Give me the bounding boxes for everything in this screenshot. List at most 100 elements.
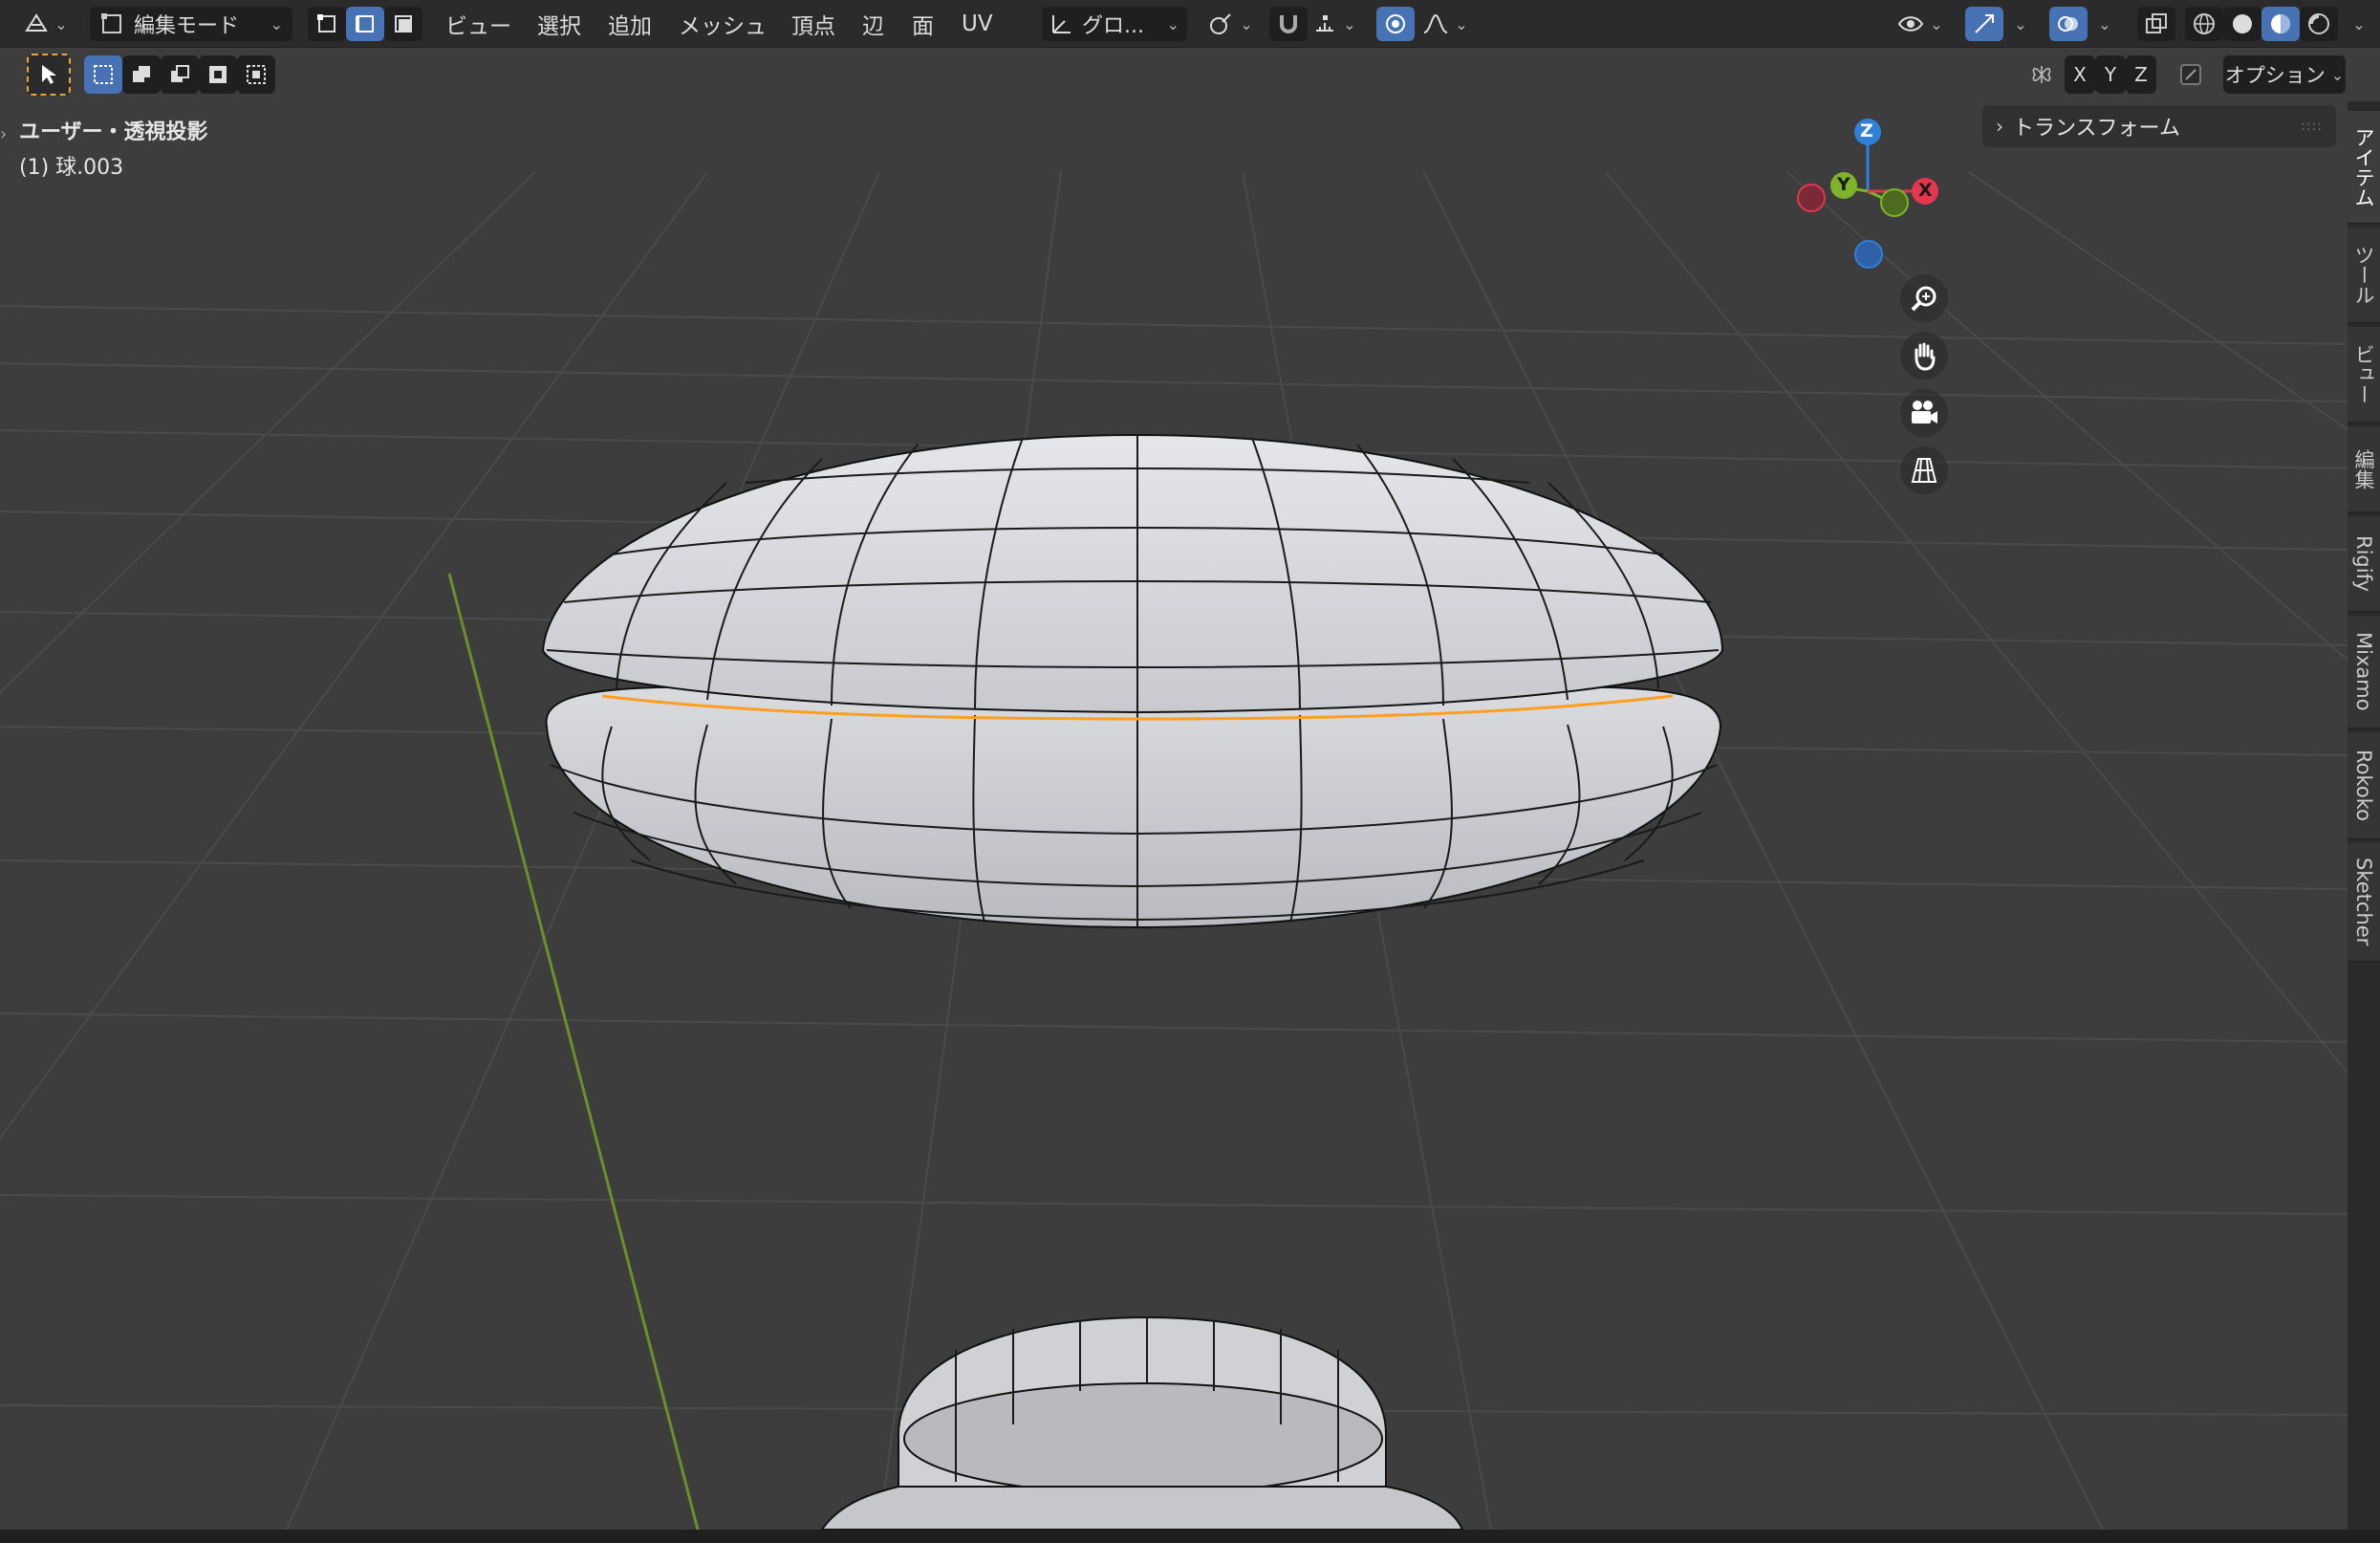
auto-merge-button[interactable] <box>2172 55 2210 94</box>
select-intersect-button[interactable] <box>237 55 275 94</box>
status-bar <box>0 1530 2380 1543</box>
select-new-button[interactable] <box>84 55 122 94</box>
view-label: ユーザー・透視投影 <box>19 120 208 144</box>
face-select-icon <box>395 15 412 33</box>
camera-view-button[interactable] <box>1900 389 1948 437</box>
menu-vertex[interactable]: 頂点 <box>791 8 835 40</box>
tab-edit[interactable]: 編集 <box>2348 426 2380 512</box>
edit-mode-icon <box>101 13 121 33</box>
bottom-object-mesh[interactable] <box>820 1315 1464 1530</box>
snap-target-button[interactable]: ⌄ <box>1308 7 1361 41</box>
gizmo-z-neg[interactable] <box>1854 240 1883 269</box>
tab-rokoko[interactable]: Rokoko <box>2348 732 2380 839</box>
tool-row: X Y Z オプション ⌄ <box>0 54 2348 96</box>
gizmo-x-neg[interactable] <box>1797 184 1826 212</box>
shading-rendered-button[interactable] <box>2300 7 2338 41</box>
mirror-icon-button[interactable] <box>2023 55 2061 94</box>
vertex-select-button[interactable] <box>308 7 346 41</box>
hand-icon <box>1915 342 1936 371</box>
edge-select-button[interactable] <box>346 7 384 41</box>
macaron-top-mesh[interactable] <box>541 433 1724 714</box>
options-dropdown[interactable]: オプション ⌄ <box>2223 55 2346 94</box>
menu-select[interactable]: 選択 <box>537 8 581 40</box>
mirror-z-toggle[interactable]: Z <box>2126 55 2156 94</box>
auto-merge-icon <box>2180 64 2201 85</box>
face-select-button[interactable] <box>384 7 422 41</box>
transform-panel-header[interactable]: › トランスフォーム :::: <box>1982 105 2336 147</box>
gizmo-y-label: Y <box>1837 174 1850 195</box>
tab-sketcher[interactable]: Sketcher <box>2348 843 2380 962</box>
shading-wireframe-button[interactable] <box>2185 7 2223 41</box>
editor-type-button[interactable]: ⌄ <box>17 7 75 41</box>
gizmo-toggle[interactable] <box>1965 7 2003 41</box>
transform-panel-title: トランスフォーム <box>2013 117 2180 141</box>
object-label: (1) 球.003 <box>19 156 124 180</box>
gizmo-x-label: X <box>1918 180 1933 201</box>
tab-mixamo-label: Mixamo <box>2352 632 2375 711</box>
shading-solid-button[interactable] <box>2223 7 2261 41</box>
menu-add[interactable]: 追加 <box>608 8 652 40</box>
tab-mixamo[interactable]: Mixamo <box>2348 616 2380 728</box>
proportional-editing-toggle[interactable] <box>1376 7 1415 41</box>
options-label: オプション <box>2224 64 2326 87</box>
tab-sketcher-label: Sketcher <box>2352 858 2375 946</box>
3d-viewport[interactable]: Z Y X ユーザー・透視投影 (1) 球.003 › <box>0 48 2348 1530</box>
ortho-toggle-button[interactable] <box>1900 446 1948 494</box>
falloff-button[interactable]: ⌄ <box>1417 7 1474 41</box>
menu-face[interactable]: 面 <box>912 8 934 40</box>
vertex-select-icon <box>317 14 335 33</box>
tab-rokoko-label: Rokoko <box>2352 749 2375 822</box>
snap-increment-icon <box>1316 15 1334 32</box>
tab-rigify-label: Rigify <box>2352 534 2375 593</box>
mirror-x-toggle[interactable]: X <box>2065 55 2095 94</box>
sidebar-expand-arrow[interactable]: › <box>0 124 7 144</box>
chevron-down-icon: ⌄ <box>1455 14 1468 33</box>
chevron-down-icon: ⌄ <box>2098 14 2111 33</box>
pivot-point-button[interactable]: ⌄ <box>1202 7 1258 41</box>
gizmo-dropdown[interactable]: ⌄ <box>2003 7 2032 41</box>
menu-edge[interactable]: 辺 <box>862 8 884 40</box>
visibility-button[interactable]: ⌄ <box>1893 7 1948 41</box>
grid-perspective-icon <box>1911 458 1937 483</box>
magnet-icon <box>1280 15 1297 33</box>
gizmo-z-label: Z <box>1860 120 1873 141</box>
select-extend-icon <box>133 66 150 82</box>
chevron-down-icon: ⌄ <box>2352 14 2366 33</box>
shading-material-button[interactable] <box>2261 7 2300 41</box>
select-invert-button[interactable] <box>199 55 237 94</box>
xray-toggle[interactable] <box>2137 7 2175 41</box>
mirror-y-toggle[interactable]: Y <box>2095 55 2126 94</box>
select-extend-button[interactable] <box>122 55 161 94</box>
shading-dropdown[interactable]: ⌄ <box>2342 7 2370 41</box>
eye-icon <box>1898 16 1924 32</box>
material-sphere-icon <box>2271 14 2290 33</box>
menu-view[interactable]: ビュー <box>445 8 511 40</box>
macaron-bottom-mesh[interactable] <box>545 685 1722 929</box>
zoom-button[interactable] <box>1900 274 1948 322</box>
solid-sphere-icon <box>2233 14 2252 33</box>
gizmo-icon <box>1975 14 1994 33</box>
transform-orientation-selector[interactable]: グロ... ⌄ <box>1042 7 1187 41</box>
tab-rigify[interactable]: Rigify <box>2348 516 2380 612</box>
menu-uv[interactable]: UV <box>962 8 993 40</box>
tab-edit-label: 編集 <box>2352 448 2375 489</box>
select-subtract-button[interactable] <box>161 55 199 94</box>
overlay-toggle[interactable] <box>2049 7 2088 41</box>
tab-tool[interactable]: ツール <box>2348 228 2380 323</box>
tab-tool-label: ツール <box>2352 245 2375 305</box>
mode-selector[interactable]: 編集モード ⌄ <box>90 7 292 41</box>
tab-view-label: ビュー <box>2352 344 2375 404</box>
select-box-icon <box>94 65 113 84</box>
select-tool-button[interactable] <box>27 54 71 96</box>
chevron-down-icon: ⌄ <box>1166 14 1179 33</box>
tab-view[interactable]: ビュー <box>2348 327 2380 423</box>
butterfly-icon <box>2032 66 2051 83</box>
tab-item[interactable]: アイテム <box>2348 111 2380 224</box>
drag-handle-icon[interactable]: :::: <box>2301 119 2323 134</box>
snap-toggle[interactable] <box>1269 7 1308 41</box>
scene-render[interactable] <box>0 48 2348 1530</box>
overlay-dropdown[interactable]: ⌄ <box>2088 7 2116 41</box>
pan-button[interactable] <box>1900 332 1948 380</box>
gizmo-y-neg[interactable] <box>1880 188 1909 217</box>
menu-mesh[interactable]: メッシュ <box>679 8 767 40</box>
